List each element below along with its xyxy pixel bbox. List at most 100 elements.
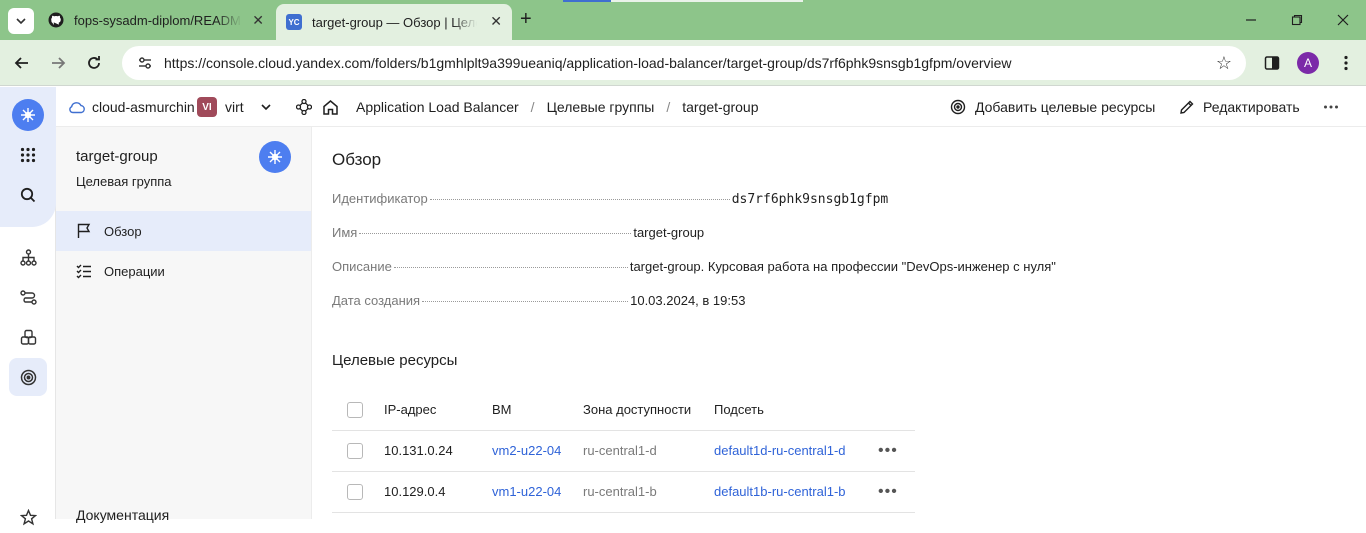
search-button[interactable]: [12, 179, 44, 211]
folder-name: virt: [225, 99, 244, 115]
restore-button[interactable]: [1274, 0, 1320, 40]
more-horizontal-icon: [1324, 105, 1338, 109]
close-icon[interactable]: ✕: [252, 12, 264, 29]
breadcrumb-alb[interactable]: Application Load Balancer: [356, 99, 519, 115]
star-icon: [19, 508, 37, 525]
sidebar-item-operations[interactable]: Операции: [56, 251, 311, 291]
page-title: Обзор: [332, 150, 382, 169]
field-value: ds7rf6phk9snsgb1gfpm: [731, 192, 889, 207]
browser-toolbar: https://console.cloud.yandex.com/folders…: [0, 40, 1366, 86]
column-header-subnet: Подсеть: [714, 390, 878, 431]
field-label: Имя: [332, 225, 358, 240]
more-vertical-icon: [1344, 55, 1348, 71]
column-header-vm: ВМ: [492, 390, 583, 431]
targets-title: Целевые ресурсы: [332, 352, 458, 369]
hierarchy-icon: [19, 248, 37, 266]
sidebar-item-overview[interactable]: Обзор: [56, 211, 311, 251]
forward-button[interactable]: [46, 51, 70, 75]
folder-selector[interactable]: VI virt: [197, 87, 272, 127]
leader-dots: [359, 233, 632, 234]
tab-strip-edge: [611, 0, 803, 2]
field-id: Идентификатор ds7rf6phk9snsgb1gfpm: [332, 191, 1092, 211]
new-tab-button[interactable]: +: [520, 8, 532, 31]
home-button[interactable]: [322, 87, 339, 127]
tab-strip-edge: [563, 0, 611, 2]
cell-vm-link[interactable]: vm1-u22-04: [492, 471, 583, 513]
breadcrumb-target-groups[interactable]: Целевые группы: [547, 99, 655, 115]
restore-icon: [1291, 14, 1303, 26]
browser-tab-strip: fops-sysadm-diplom/README.md ✕ YC target…: [0, 0, 1366, 40]
chevron-down-icon: [261, 104, 271, 111]
target-icon: [20, 369, 36, 385]
reload-icon: [88, 56, 100, 69]
table-row: 10.129.0.4 vm1-u22-04 ru-central1-b defa…: [332, 471, 915, 513]
close-window-button[interactable]: [1320, 0, 1366, 40]
browser-menu-button[interactable]: [1334, 51, 1358, 75]
back-button[interactable]: [10, 51, 34, 75]
site-settings-icon[interactable]: [130, 55, 160, 71]
rail-load-balancers-button[interactable]: [12, 241, 44, 273]
cell-subnet-link[interactable]: default1b-ru-central1-b: [714, 471, 878, 513]
more-horizontal-icon[interactable]: •••: [878, 483, 898, 500]
leader-dots: [393, 267, 628, 268]
select-all-cell: [332, 390, 384, 431]
field-label: Дата создания: [332, 293, 421, 308]
pencil-icon: [1180, 100, 1194, 114]
side-panel-button[interactable]: [1260, 51, 1284, 75]
add-targets-button[interactable]: Добавить целевые ресурсы: [950, 87, 1155, 127]
row-checkbox[interactable]: [347, 483, 363, 500]
row-actions-cell: •••: [878, 471, 915, 513]
edit-button[interactable]: Редактировать: [1179, 87, 1300, 127]
more-horizontal-icon[interactable]: •••: [878, 442, 898, 459]
field-value: 10.03.2024, в 19:53: [630, 293, 746, 308]
leader-dots: [422, 301, 629, 302]
folder-badge: VI: [197, 97, 217, 117]
row-select-cell: [332, 430, 384, 472]
grid-icon: [20, 147, 36, 163]
cloud-selector[interactable]: cloud-asmurchin: [68, 87, 195, 127]
services-button[interactable]: [12, 139, 44, 171]
breadcrumb-current: target-group: [682, 99, 759, 115]
select-all-checkbox[interactable]: [347, 401, 363, 418]
cell-vm-link[interactable]: vm2-u22-04: [492, 430, 583, 472]
services-graph-button[interactable]: [296, 87, 312, 127]
column-header-ip: IP-адрес: [384, 390, 492, 431]
yandex-cloud-logo-button[interactable]: [12, 99, 44, 131]
url-text: https://console.cloud.yandex.com/folders…: [164, 55, 1012, 71]
rail-routers-button[interactable]: [12, 281, 44, 313]
arrow-left-icon: [14, 57, 28, 69]
route-icon: [19, 289, 37, 305]
field-name: Имя target-group: [332, 225, 1092, 245]
rail-favorites-button[interactable]: [12, 501, 44, 533]
close-icon: [1337, 14, 1349, 26]
field-value: target-group: [633, 225, 705, 240]
reload-button[interactable]: [82, 51, 106, 75]
star-icon[interactable]: ☆: [1216, 53, 1232, 74]
column-header-zone: Зона доступности: [583, 390, 714, 431]
column-header-actions: [878, 390, 915, 431]
yc-icon: YC: [286, 14, 302, 30]
cell-ip: 10.131.0.24: [384, 430, 492, 472]
documentation-link[interactable]: Документация: [76, 507, 169, 523]
tab-search-dropdown[interactable]: [8, 8, 34, 34]
minimize-button[interactable]: [1228, 0, 1274, 40]
more-actions-button[interactable]: [1323, 87, 1339, 127]
service-logo: [259, 141, 291, 173]
close-icon[interactable]: ✕: [490, 13, 502, 30]
rail-target-groups-button[interactable]: [9, 358, 47, 396]
left-rail: [0, 87, 56, 525]
checklist-icon: [76, 263, 94, 279]
field-description: Описание target-group. Курсовая работа н…: [332, 259, 1092, 279]
browser-tab-active[interactable]: YC target-group — Обзор | Целевые группы…: [276, 4, 512, 40]
row-select-cell: [332, 471, 384, 513]
address-bar[interactable]: https://console.cloud.yandex.com/folders…: [122, 46, 1246, 80]
cloud-name: cloud-asmurchin: [92, 99, 195, 115]
cell-subnet-link[interactable]: default1d-ru-central1-d: [714, 430, 878, 472]
row-checkbox[interactable]: [347, 442, 363, 459]
rail-backend-groups-button[interactable]: [12, 321, 44, 353]
resource-sidebar: target-group Целевая группа Обзор Операц…: [56, 127, 312, 523]
target-icon: [950, 99, 966, 115]
cell-zone: ru-central1-b: [583, 471, 714, 513]
browser-tab[interactable]: fops-sysadm-diplom/README.md ✕: [46, 0, 274, 40]
profile-avatar[interactable]: A: [1297, 52, 1319, 74]
